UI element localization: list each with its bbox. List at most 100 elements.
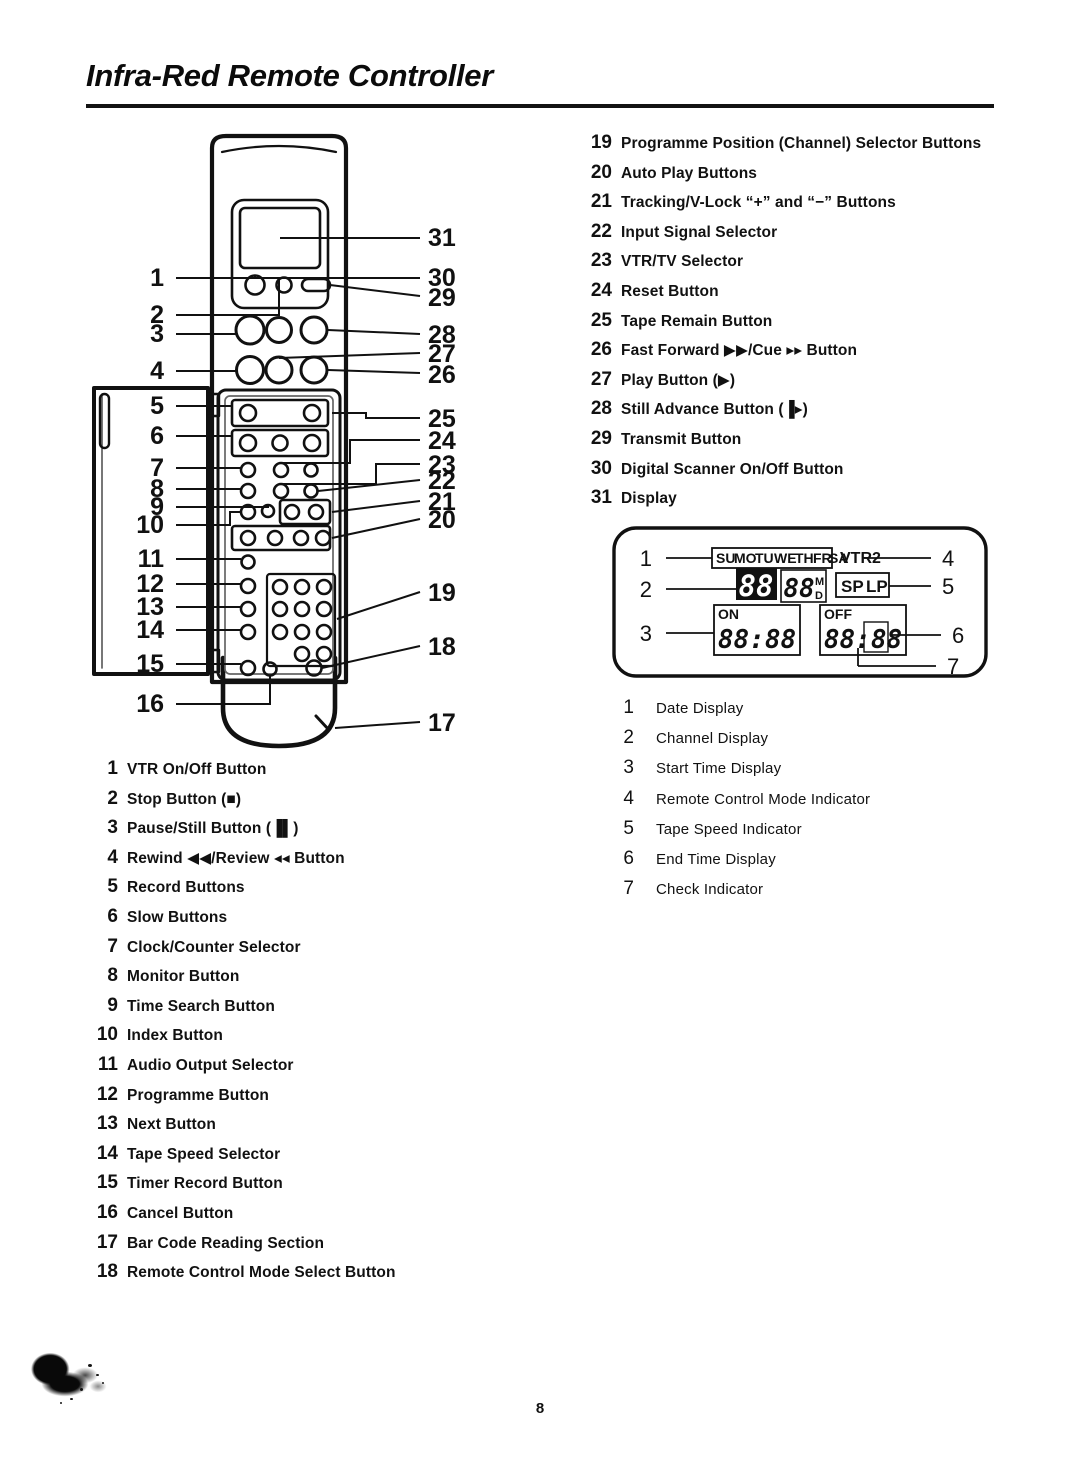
item-number: 1 [623,697,634,718]
callout-26: 26 [428,361,456,389]
item-label: Audio Output Selector [127,1056,294,1074]
list-item: 22 Input Signal Selector [580,221,1050,251]
item-label: Play Button (▶) [621,371,736,389]
day-MO: MO [734,550,757,566]
list-item: 21 Tracking/V-Lock “+” and “−” Buttons [580,191,1050,221]
item-number: 10 [96,1024,118,1046]
item-label: Stop Button (■) [127,790,242,808]
list-item: 2 Stop Button (■) [86,788,516,818]
item-number: 5 [107,876,118,898]
item-label: Start Time Display [656,760,782,778]
callout-6: 6 [150,422,164,450]
list-item: 14 Tape Speed Selector [86,1143,516,1173]
item-number: 3 [623,757,634,779]
list-item: 19 Programme Position (Channel) Selector … [580,132,1050,162]
callout-14: 14 [136,616,164,644]
item-label: Date Display [656,700,744,717]
item-label: Reset Button [621,282,719,300]
callout-11: 11 [138,545,165,573]
item-label: Still Advance Button (▐▸) [621,401,808,419]
item-number: 5 [623,817,634,839]
date-unit-month: M [815,576,824,588]
item-label: Programme Button [127,1086,269,1104]
callout-1: 1 [150,264,164,292]
list-item: 20 Auto Play Buttons [580,162,1050,192]
item-number: 12 [96,1083,118,1105]
callout-17: 17 [428,709,456,737]
list-item: 12 Programme Button [86,1084,516,1114]
title-divider [86,104,994,108]
item-number: 8 [107,965,118,987]
list-item: 10 Index Button [86,1024,516,1054]
item-number: 1 [107,758,118,779]
day-WE: WE [774,550,797,566]
display-callout-6: 6 [952,623,964,648]
item-number: 23 [590,250,612,272]
display-callout-3: 3 [640,621,652,646]
item-label: Rewind ◀◀/Review ◂◂ Button [127,849,345,867]
item-label: Fast Forward ▶▶/Cue ▸▸ Button [621,342,858,360]
item-label: Check Indicator [656,881,764,899]
item-number: 19 [590,132,612,153]
list-item: 5 Tape Speed Indicator [612,818,1012,848]
item-number: 2 [623,727,634,749]
item-number: 28 [590,398,612,420]
item-number: 7 [107,935,118,957]
item-label: Transmit Button [621,430,742,448]
list-item: 28 Still Advance Button (▐▸) [580,398,1050,428]
list-item: 7 Check Indicator [612,878,1012,908]
item-number: 22 [590,220,612,242]
display-callout-2: 2 [640,577,652,602]
callout-16: 16 [136,690,164,718]
item-label: VTR On/Off Button [127,761,267,778]
item-number: 13 [96,1113,118,1135]
mode-indicator-VTR2: VTR2 [840,550,881,567]
item-label: Tape Speed Selector [127,1145,281,1163]
list-item: 1 Date Display [612,697,1012,727]
item-label: Auto Play Buttons [621,164,758,182]
list-item: 24 Reset Button [580,280,1050,310]
item-number: 4 [623,787,634,809]
display-parts-list: 1 Date Display 2 Channel Display 3 Start Ti… [612,697,1012,908]
callout-20: 20 [428,506,456,534]
day-SU: SU [716,550,735,566]
item-number: 9 [107,994,118,1016]
item-number: 6 [107,905,118,927]
callout-31: 31 [428,224,456,252]
list-item: 23 VTR/TV Selector [580,250,1050,280]
item-label: Pause/Still Button (▐▌) [127,820,299,838]
item-number: 29 [590,427,612,449]
item-number: 21 [590,191,612,213]
off-label: OFF [824,606,852,622]
item-label: Monitor Button [127,968,240,986]
list-item: 6 End Time Display [612,848,1012,878]
item-number: 27 [590,368,612,390]
item-label: Input Signal Selector [621,223,778,241]
tape-speed-SP: SP [841,577,864,596]
on-time: 88:88 [718,625,796,655]
item-label: Next Button [127,1116,216,1134]
day-TU: TU [755,550,774,566]
callout-15: 15 [136,650,164,678]
item-label: Tracking/V-Lock “+” and “−” Buttons [621,194,896,212]
item-label: Tape Remain Button [621,312,773,330]
parts-list-left: 1 VTR On/Off Button 2 Stop Button (■) 3 Pau… [86,758,516,1291]
list-item: 2 Channel Display [612,727,1012,757]
item-label: Slow Buttons [127,908,228,926]
item-label: Time Search Button [127,997,275,1015]
remote-controller-diagram: 1 2 3 4 5 6 7 8 9 10 11 12 13 14 15 16 3… [80,122,540,762]
list-item: 27 Play Button (▶) [580,369,1050,399]
tape-speed-LP: LP [866,577,888,596]
callout-29: 29 [428,284,456,312]
item-label: Remote Control Mode Select Button [127,1264,396,1282]
callout-4: 4 [150,357,164,385]
item-number: 25 [590,309,612,331]
off-time: 88:88 [824,625,902,655]
item-number: 16 [96,1201,118,1223]
item-number: 3 [107,817,118,839]
list-item: 31 Display [580,487,1050,517]
item-label: Cancel Button [127,1204,234,1222]
list-item: 1 VTR On/Off Button [86,758,516,788]
manual-page: Infra-Red Remote Controller 1 2 3 4 5 6 … [0,0,1080,1465]
list-item: 3 Start Time Display [612,757,1012,787]
